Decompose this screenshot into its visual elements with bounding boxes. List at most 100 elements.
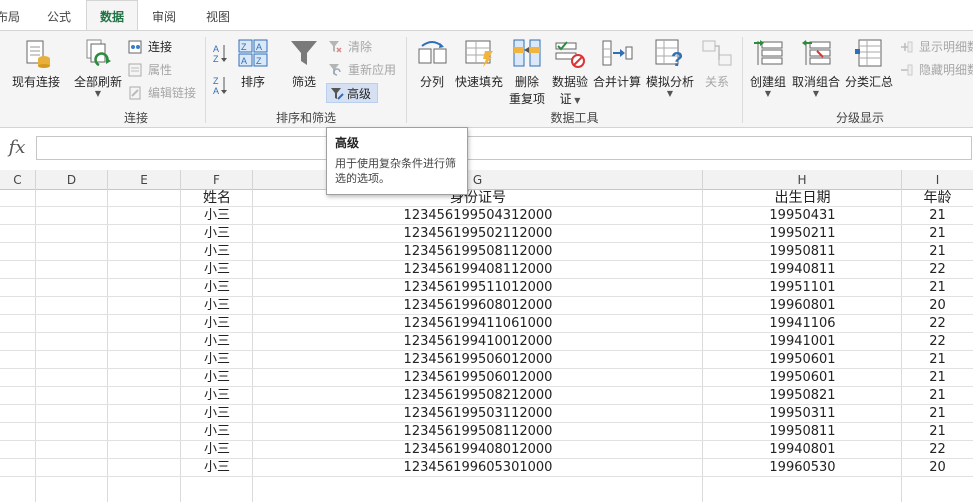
cell-id-number[interactable]: 123456199508112000: [253, 243, 703, 261]
cell-birth-date[interactable]: 19950821: [703, 387, 902, 405]
cell-birth-date[interactable]: 19940801: [703, 441, 902, 459]
header-cell-name[interactable]: 姓名: [181, 189, 253, 207]
cell-name[interactable]: 小三: [181, 207, 253, 225]
cell-name[interactable]: 小三: [181, 441, 253, 459]
cell-name[interactable]: 小三: [181, 261, 253, 279]
filter-button[interactable]: 筛选: [286, 37, 322, 90]
show-detail-button[interactable]: 显示明细数据: [899, 37, 973, 57]
consolidate-button[interactable]: 合并计算: [592, 37, 642, 90]
cell-name[interactable]: 小三: [181, 423, 253, 441]
cell-id-number[interactable]: 123456199504312000: [253, 207, 703, 225]
cell-age[interactable]: 22: [902, 261, 973, 279]
cell-birth-date[interactable]: 19941001: [703, 333, 902, 351]
column-header-e[interactable]: E: [108, 170, 181, 189]
group-button[interactable]: 创建组 ▼: [748, 37, 788, 98]
cell-id-number[interactable]: 123456199506012000: [253, 351, 703, 369]
cell-name[interactable]: 小三: [181, 333, 253, 351]
cell-name[interactable]: 小三: [181, 315, 253, 333]
tab-review[interactable]: 审阅: [146, 0, 182, 30]
cell-birth-date[interactable]: 19960530: [703, 459, 902, 477]
tab-data[interactable]: 数据: [86, 0, 138, 30]
cell-birth-date[interactable]: 19950811: [703, 423, 902, 441]
cell-birth-date[interactable]: 19950811: [703, 243, 902, 261]
sort-a-to-z-button[interactable]: AZ: [212, 43, 230, 64]
cell-age[interactable]: 22: [902, 333, 973, 351]
tab-formulas[interactable]: 公式: [40, 0, 78, 30]
edit-links-button[interactable]: 编辑链接: [128, 83, 196, 103]
subtotal-button[interactable]: 分类汇总: [844, 37, 894, 90]
cell-age[interactable]: 21: [902, 207, 973, 225]
cell-birth-date[interactable]: 19950211: [703, 225, 902, 243]
cell-age[interactable]: 20: [902, 459, 973, 477]
cell-age[interactable]: 21: [902, 369, 973, 387]
what-if-dropdown-arrow-icon[interactable]: ▼: [644, 90, 696, 98]
cell-name[interactable]: 小三: [181, 351, 253, 369]
flash-fill-button[interactable]: 快速填充: [454, 37, 504, 90]
tab-page-layout[interactable]: 布局: [0, 0, 22, 30]
cell-id-number[interactable]: 123456199503112000: [253, 405, 703, 423]
cell-name[interactable]: 小三: [181, 387, 253, 405]
refresh-all-button[interactable]: 全部刷新 ▼: [70, 37, 126, 98]
cell-age[interactable]: 21: [902, 423, 973, 441]
cell-id-number[interactable]: 123456199508112000: [253, 423, 703, 441]
ungroup-dropdown-arrow-icon[interactable]: ▼: [790, 90, 842, 98]
header-cell-age[interactable]: 年龄: [902, 189, 973, 207]
cell-age[interactable]: 21: [902, 225, 973, 243]
cell-id-number[interactable]: 123456199508212000: [253, 387, 703, 405]
cell-id-number[interactable]: 123456199408012000: [253, 441, 703, 459]
worksheet-grid[interactable]: 姓名 身份证号 出生日期 年龄 小三 123456199504312000 19950431…: [0, 189, 973, 502]
cell-id-number[interactable]: 123456199411061000: [253, 315, 703, 333]
hide-detail-button[interactable]: 隐藏明细数据: [899, 60, 973, 80]
cell-id-number[interactable]: 123456199506012000: [253, 369, 703, 387]
group-dropdown-arrow-icon[interactable]: ▼: [748, 90, 788, 98]
data-validation-button[interactable]: 数据验 证 ▼: [550, 37, 590, 107]
cell-age[interactable]: 20: [902, 297, 973, 315]
cell-birth-date[interactable]: 19940811: [703, 261, 902, 279]
cell-age[interactable]: 22: [902, 315, 973, 333]
formula-input[interactable]: [36, 136, 972, 160]
cell-id-number[interactable]: 123456199502112000: [253, 225, 703, 243]
sort-z-to-a-button[interactable]: ZA: [212, 75, 230, 96]
advanced-filter-button[interactable]: 高级: [326, 83, 378, 103]
cell-birth-date[interactable]: 19950431: [703, 207, 902, 225]
header-cell-id-number[interactable]: 身份证号: [253, 189, 703, 207]
clear-filter-button[interactable]: 清除: [328, 37, 372, 57]
cell-id-number[interactable]: 123456199410012000: [253, 333, 703, 351]
cell-age[interactable]: 21: [902, 243, 973, 261]
properties-button[interactable]: 属性: [128, 60, 172, 80]
what-if-analysis-button[interactable]: ? 模拟分析 ▼: [644, 37, 696, 98]
cell-name[interactable]: 小三: [181, 405, 253, 423]
cell-name[interactable]: 小三: [181, 369, 253, 387]
column-header-g[interactable]: G: [253, 170, 703, 189]
cell-birth-date[interactable]: 19950311: [703, 405, 902, 423]
cell-id-number[interactable]: 123456199608012000: [253, 297, 703, 315]
cell-birth-date[interactable]: 19941106: [703, 315, 902, 333]
header-cell-birth-date[interactable]: 出生日期: [703, 189, 902, 207]
cell-name[interactable]: 小三: [181, 243, 253, 261]
cell-birth-date[interactable]: 19951101: [703, 279, 902, 297]
sort-button[interactable]: ZAAZ 排序: [236, 37, 270, 90]
relationships-button[interactable]: 关系: [698, 37, 736, 90]
cell-birth-date[interactable]: 19950601: [703, 369, 902, 387]
validation-dropdown-arrow-icon[interactable]: ▼: [572, 96, 580, 105]
ungroup-button[interactable]: 取消组合 ▼: [790, 37, 842, 98]
connections-button[interactable]: 连接: [128, 37, 172, 57]
cell-birth-date[interactable]: 19960801: [703, 297, 902, 315]
cell-name[interactable]: 小三: [181, 279, 253, 297]
cell-id-number[interactable]: 123456199408112000: [253, 261, 703, 279]
insert-function-fx-button[interactable]: fx: [2, 136, 32, 160]
column-header-i[interactable]: I: [902, 170, 973, 189]
cell-name[interactable]: 小三: [181, 459, 253, 477]
cell-id-number[interactable]: 123456199511012000: [253, 279, 703, 297]
cell-age[interactable]: 21: [902, 279, 973, 297]
existing-connections-button[interactable]: 现有连接: [8, 37, 64, 90]
text-to-columns-button[interactable]: 分列: [414, 37, 450, 90]
column-header-h[interactable]: H: [703, 170, 902, 189]
cell-age[interactable]: 22: [902, 441, 973, 459]
cell-id-number[interactable]: 123456199605301000: [253, 459, 703, 477]
cell-age[interactable]: 21: [902, 351, 973, 369]
refresh-dropdown-arrow-icon[interactable]: ▼: [70, 90, 126, 98]
cell-age[interactable]: 21: [902, 405, 973, 423]
reapply-button[interactable]: 重新应用: [328, 60, 396, 80]
tab-view[interactable]: 视图: [200, 0, 236, 30]
